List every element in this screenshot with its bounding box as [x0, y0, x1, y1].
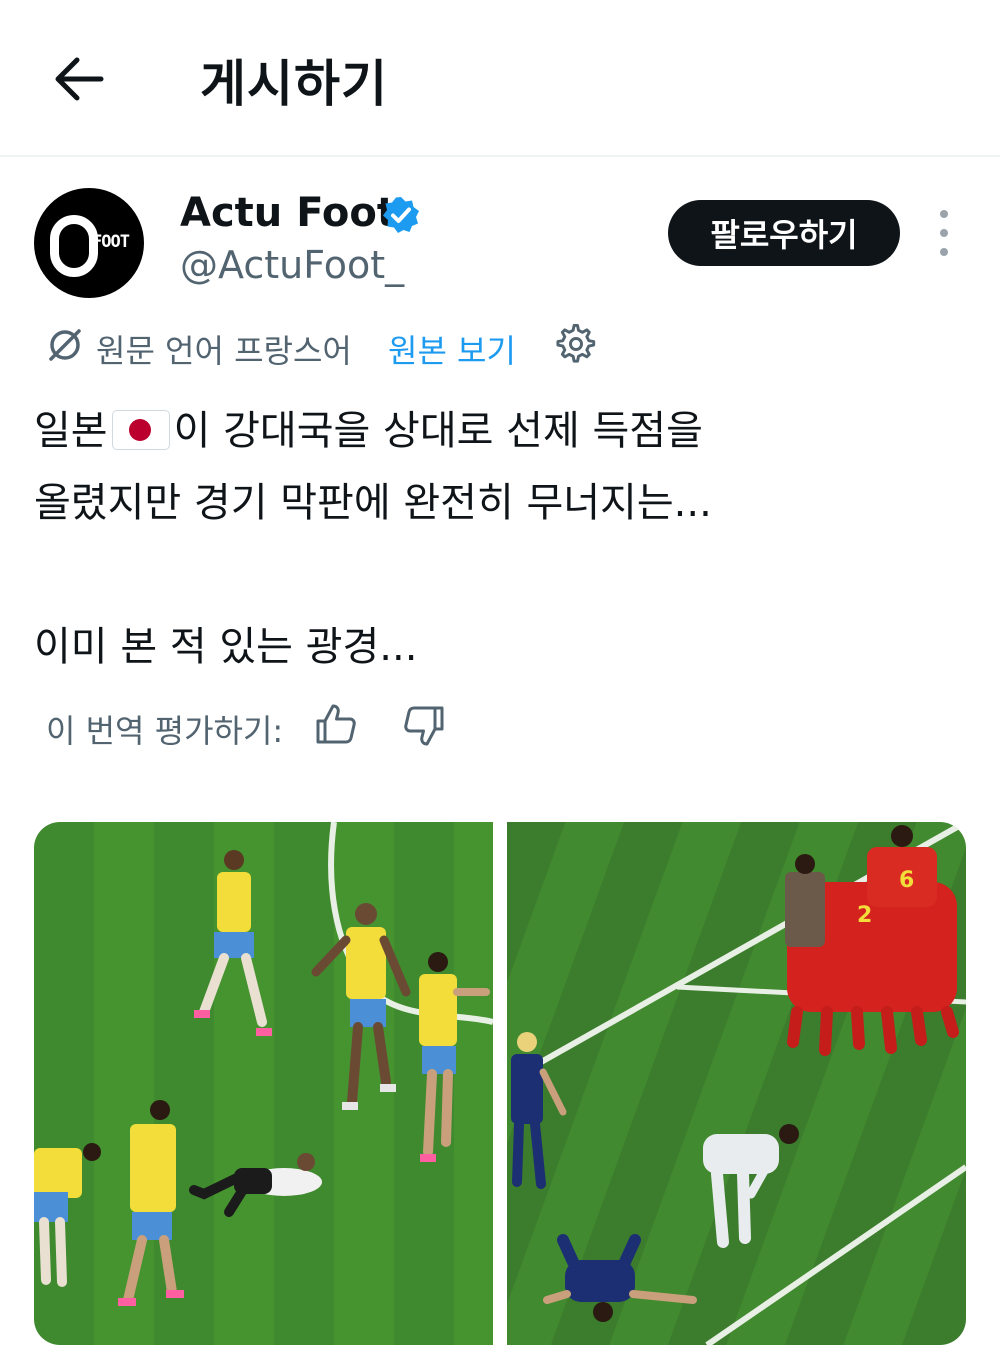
media-photo-right[interactable]: 6 2: [507, 822, 966, 1345]
more-vertical-icon-dot: [940, 248, 948, 256]
tweet-text: 일본 이 강대국을 상대로 선제 득점을 올렸지만 경기 막판에 완전히 무너지는…: [34, 395, 934, 683]
top-bar: 게시하기: [0, 0, 1000, 157]
tweet-line-1-end: 이 강대국을 상대로 선제 득점을: [173, 408, 703, 454]
verified-badge-icon: [383, 197, 419, 233]
author-handle[interactable]: @ActuFoot_: [180, 243, 404, 287]
tweet-line-3: 이미 본 적 있는 광경...: [34, 624, 418, 670]
rate-translation-bar: 이 번역 평가하기:: [46, 700, 496, 750]
show-original-link[interactable]: 원본 보기: [388, 326, 516, 372]
back-button[interactable]: [48, 48, 110, 110]
translation-bar: 원문 언어 프랑스어 원본 보기: [46, 320, 666, 370]
thumbs-down-icon[interactable]: [402, 704, 446, 748]
thumbs-up-icon[interactable]: [314, 702, 358, 746]
author-display-name[interactable]: Actu Foot: [180, 190, 396, 236]
svg-text:2: 2: [857, 903, 872, 928]
avatar-logo-mark: [50, 215, 98, 277]
arrow-left-icon: [55, 57, 104, 101]
gear-icon[interactable]: [556, 324, 596, 364]
avatar-logo-text: FOOT: [92, 232, 130, 252]
tweet-line-1: 일본 이 강대국을 상대로 선제 득점을: [34, 395, 934, 467]
tweet-line-1-start: 일본: [34, 408, 108, 454]
page-title: 게시하기: [200, 55, 388, 113]
avatar[interactable]: FOOT: [34, 188, 144, 298]
more-vertical-icon: [940, 210, 948, 218]
svg-text:6: 6: [899, 868, 914, 893]
more-options-button[interactable]: [928, 210, 960, 256]
source-language-label: 원문 언어 프랑스어: [96, 332, 352, 370]
tweet-media[interactable]: 6 2: [34, 822, 966, 1345]
tweet-line-2: 올렸지만 경기 막판에 완전히 무너지는...: [34, 480, 712, 526]
rate-translation-label: 이 번역 평가하기:: [46, 712, 284, 750]
translate-icon: [49, 329, 81, 361]
follow-button[interactable]: 팔로우하기: [668, 200, 900, 266]
japan-flag-icon: [111, 410, 170, 450]
media-photo-left[interactable]: [34, 822, 493, 1345]
more-vertical-icon-dot: [940, 229, 948, 237]
